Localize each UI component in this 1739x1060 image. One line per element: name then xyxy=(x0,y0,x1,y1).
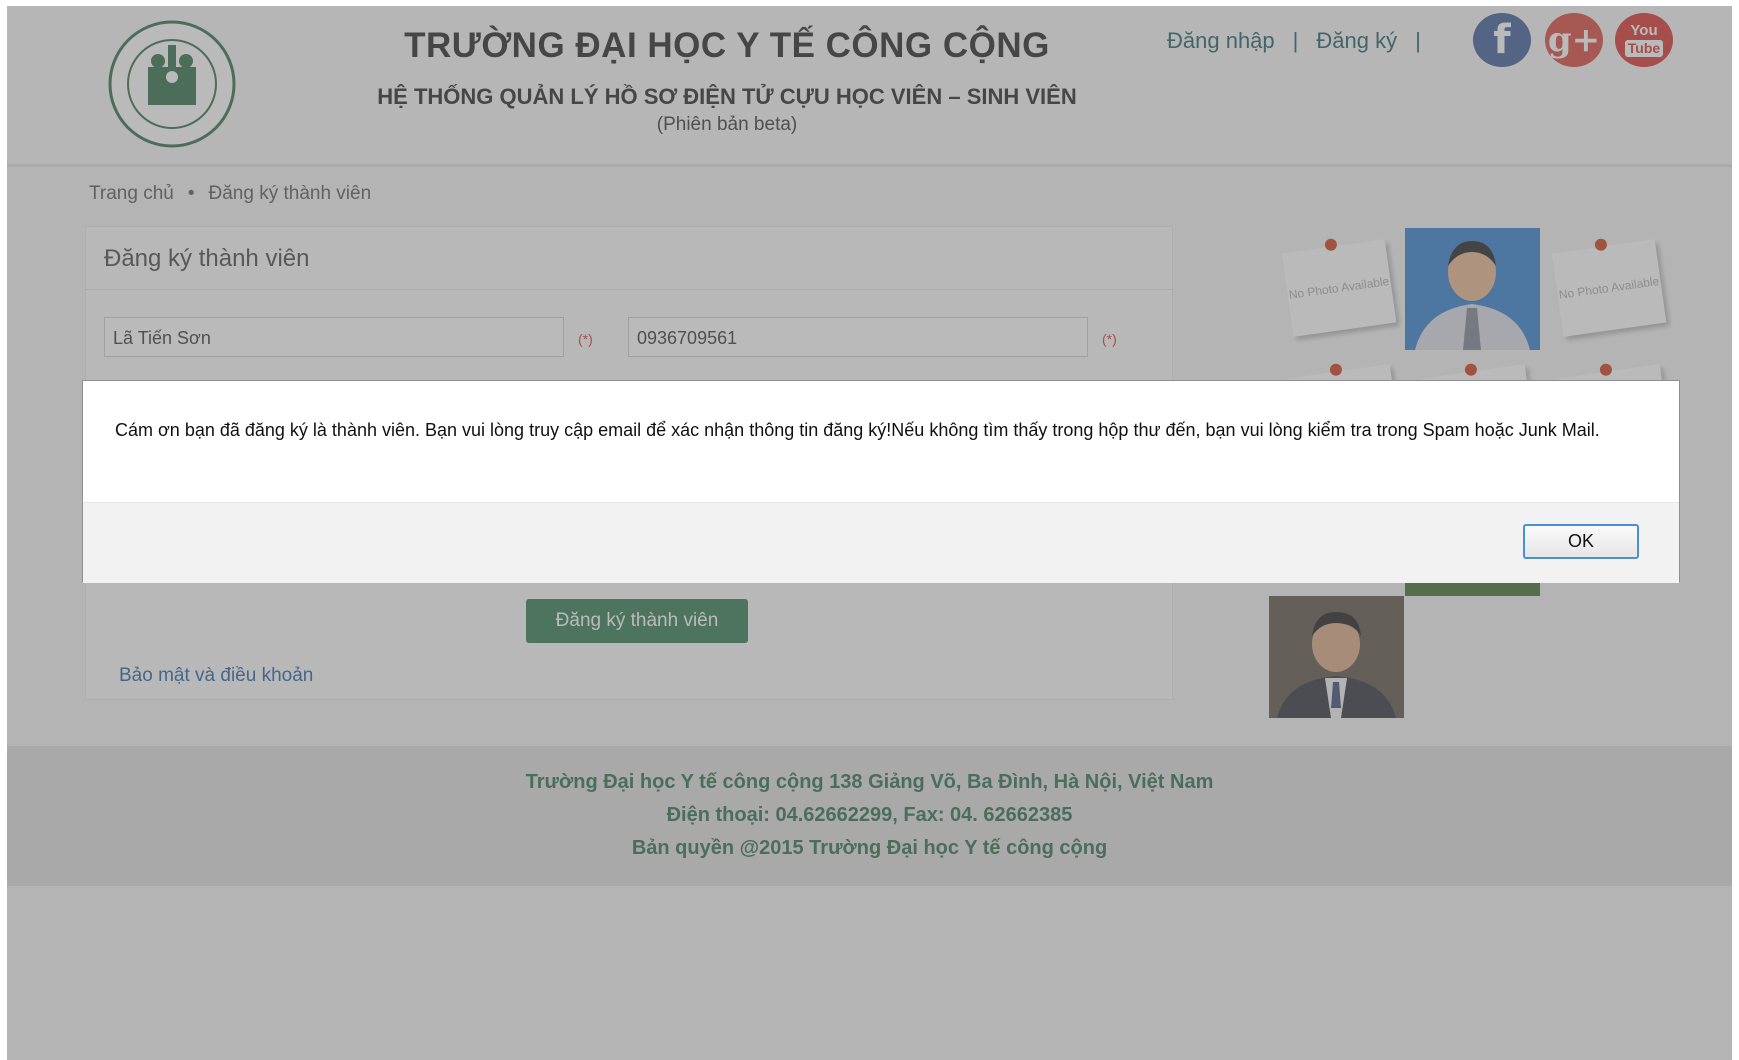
confirmation-dialog: Cám ơn bạn đã đăng ký là thành viên. Bạn… xyxy=(82,380,1680,583)
dialog-message: Cám ơn bạn đã đăng ký là thành viên. Bạn… xyxy=(115,420,1600,440)
ok-button[interactable]: OK xyxy=(1523,524,1639,559)
dialog-footer: OK xyxy=(83,502,1679,583)
